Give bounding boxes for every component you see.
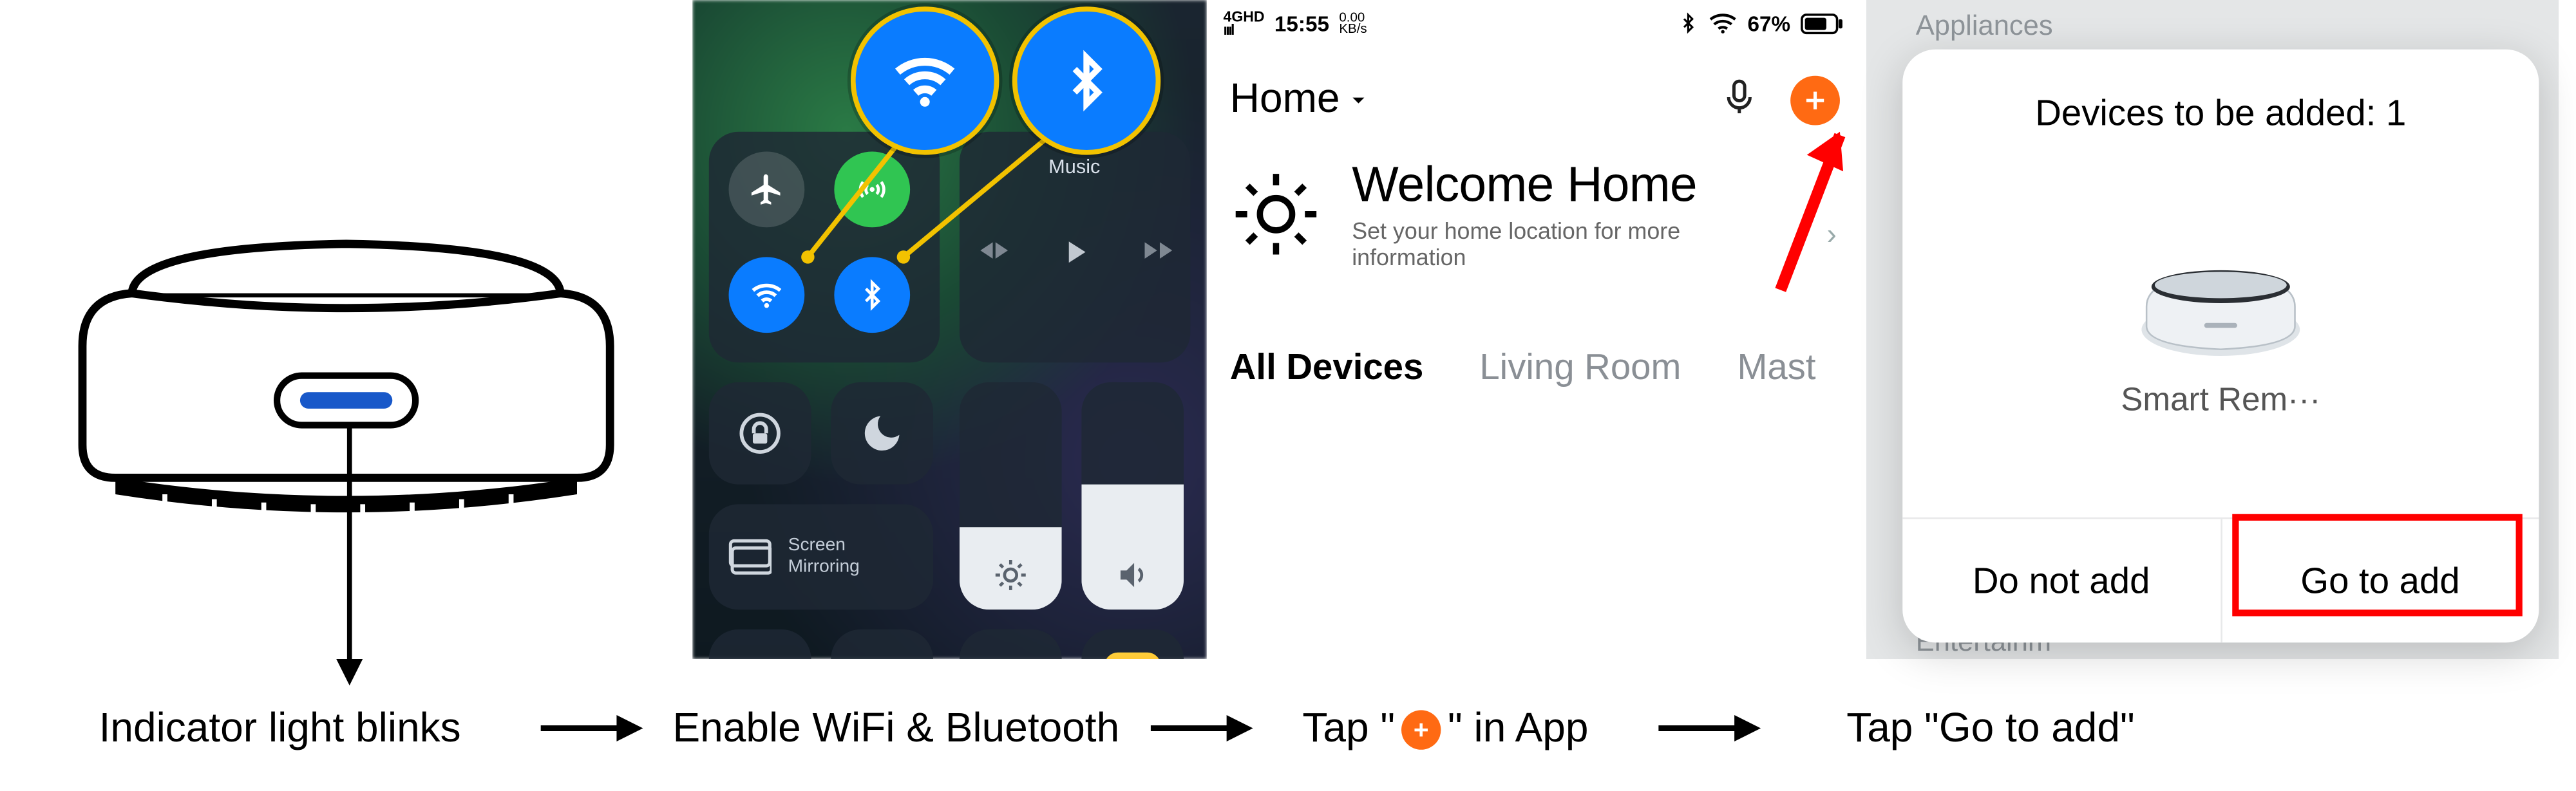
home-label: Home xyxy=(1230,76,1340,124)
volume-slider[interactable] xyxy=(1081,382,1184,610)
inline-plus-icon xyxy=(1401,709,1441,749)
clock: 15:55 xyxy=(1274,11,1329,35)
status-bar: 4GHD ıııl 15:55 0.00 KB/s 67% xyxy=(1207,0,1866,43)
wifi-status-icon xyxy=(1708,12,1738,35)
moon-icon xyxy=(859,410,905,456)
tab-all-devices[interactable]: All Devices xyxy=(1230,346,1424,389)
device-preview: Smart Rem··· xyxy=(1902,145,2539,517)
calculator-tile[interactable] xyxy=(960,629,1062,659)
battery-pct: 67% xyxy=(1748,11,1791,35)
hd-badge: HD xyxy=(1243,8,1264,25)
flashlight-tile[interactable] xyxy=(709,629,811,659)
home-tile[interactable] xyxy=(1081,629,1184,659)
arrow-3-4 xyxy=(1652,702,1767,755)
bluetooth-callout xyxy=(1012,6,1160,154)
flashlight-icon xyxy=(745,657,775,659)
caption-step2: Enable WiFi & Bluetooth xyxy=(672,705,1119,753)
chevron-right-icon: › xyxy=(1826,218,1836,252)
step1-panel xyxy=(0,0,692,659)
microphone-icon xyxy=(1718,76,1761,119)
sun-icon xyxy=(1230,168,1322,260)
bluetooth-status-icon xyxy=(1678,12,1698,35)
step3-panel: 4GHD ıııl 15:55 0.00 KB/s 67% Home xyxy=(1207,0,1866,659)
device-thumbnail xyxy=(2130,243,2312,358)
popup-title: Devices to be added: 1 xyxy=(1902,50,2539,145)
go-to-add-highlight xyxy=(2232,514,2523,617)
step2-panel: Music Screen Mirroring xyxy=(692,0,1207,659)
screen-mirroring-icon xyxy=(729,539,772,575)
caption-step3: Tap " " in App xyxy=(1302,705,1588,753)
caption-step3-pre: Tap " xyxy=(1302,705,1395,753)
wifi-callout xyxy=(851,6,999,154)
arrow-2-3 xyxy=(1144,702,1260,755)
screen-mirroring-label: Screen Mirroring xyxy=(788,535,860,579)
voice-button[interactable] xyxy=(1718,76,1761,127)
device-name: Smart Rem··· xyxy=(2121,382,2320,420)
tab-master[interactable]: Mast xyxy=(1737,346,1815,389)
orientation-lock-icon xyxy=(735,409,785,458)
wifi-icon xyxy=(889,44,961,117)
bg-category: Appliances xyxy=(1916,10,2053,42)
orientation-lock-tile[interactable] xyxy=(709,382,811,485)
bluetooth-icon xyxy=(1059,44,1115,117)
brightness-slider[interactable] xyxy=(960,382,1062,610)
welcome-card[interactable]: Welcome Home Set your home location for … xyxy=(1230,158,1843,270)
indicator-arrow xyxy=(333,425,366,689)
welcome-sub: Set your home location for more informat… xyxy=(1352,218,1731,270)
step4-panel: Appliances Entertainm Devices to be adde… xyxy=(1866,0,2559,659)
caption-step1: Indicator light blinks xyxy=(99,705,461,753)
volume-icon xyxy=(1115,557,1151,593)
brightness-icon xyxy=(992,557,1028,593)
timer-tile[interactable] xyxy=(831,629,933,659)
room-tabs: All Devices Living Room Mast ··· xyxy=(1230,346,1843,389)
plus-icon xyxy=(1802,88,1828,114)
welcome-title: Welcome Home xyxy=(1352,158,1731,214)
caption-step4: Tap "Go to add" xyxy=(1846,705,2135,753)
home-dropdown[interactable]: Home xyxy=(1230,76,1370,124)
add-device-button[interactable] xyxy=(1790,76,1840,126)
arrow-1-2 xyxy=(534,702,649,755)
caption-step3-post: " in App xyxy=(1448,705,1588,753)
chevron-down-icon xyxy=(1347,88,1370,111)
speed-bottom: KB/s xyxy=(1339,21,1367,36)
tab-living-room[interactable]: Living Room xyxy=(1479,346,1681,389)
do-not-disturb-tile[interactable] xyxy=(831,382,933,485)
battery-icon xyxy=(1801,12,1844,33)
screen-mirroring-tile[interactable]: Screen Mirroring xyxy=(709,504,933,610)
do-not-add-button[interactable]: Do not add xyxy=(1902,519,2220,642)
